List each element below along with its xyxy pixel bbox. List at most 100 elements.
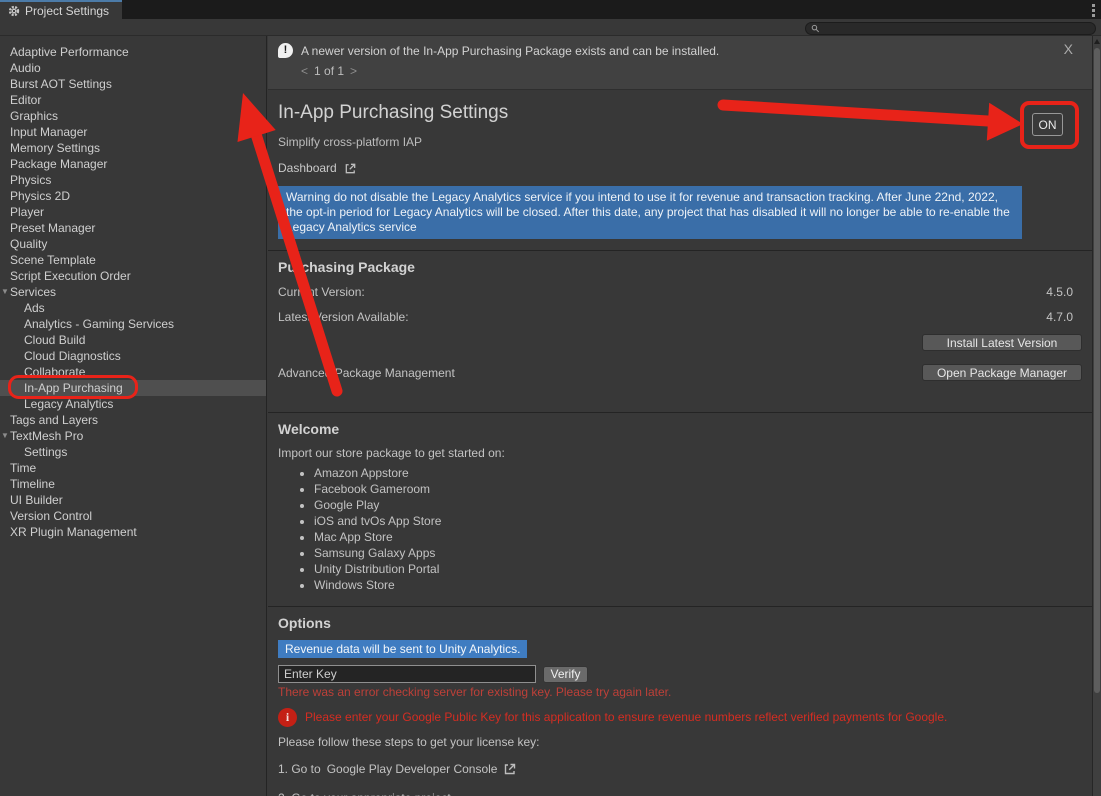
sidebar-item-textmesh-pro-settings[interactable]: ▼ Settings bbox=[0, 444, 266, 460]
iap-enable-toggle[interactable]: ON bbox=[1032, 113, 1063, 136]
sidebar-item-timeline[interactable]: ▼ Timeline bbox=[0, 476, 266, 492]
latest-version-value: 4.7.0 bbox=[1046, 309, 1073, 325]
page-title: In-App Purchasing Settings bbox=[278, 102, 1082, 124]
verify-button[interactable]: Verify bbox=[543, 666, 588, 683]
foldout-triangle-icon[interactable]: ▼ bbox=[1, 428, 9, 444]
scroll-up-arrow-icon[interactable] bbox=[1094, 39, 1100, 44]
sidebar-item-adaptive-performance[interactable]: ▼ Adaptive Performance bbox=[0, 44, 266, 60]
google-key-input[interactable] bbox=[278, 665, 536, 683]
sidebar-item-label: Burst AOT Settings bbox=[10, 77, 112, 91]
pager-label: 1 of 1 bbox=[314, 64, 344, 78]
sidebar-item-ads[interactable]: ▼ Ads bbox=[0, 300, 266, 316]
sidebar-item-tags-and-layers[interactable]: ▼ Tags and Layers bbox=[0, 412, 266, 428]
foldout-triangle-icon[interactable]: ▼ bbox=[1, 284, 9, 300]
alert-icon: ! bbox=[278, 43, 293, 58]
search-box[interactable] bbox=[805, 22, 1096, 35]
sidebar-item-label: Physics 2D bbox=[10, 189, 70, 203]
sidebar-item-label: Physics bbox=[10, 173, 51, 187]
sidebar-item-player[interactable]: ▼ Player bbox=[0, 204, 266, 220]
advanced-package-management-label: Advanced Package Management bbox=[278, 366, 455, 380]
sidebar-item-label: Cloud Build bbox=[24, 333, 85, 347]
install-latest-version-button[interactable]: Install Latest Version bbox=[922, 334, 1082, 351]
sidebar-item-label: Cloud Diagnostics bbox=[24, 349, 121, 363]
search-input[interactable] bbox=[824, 23, 1090, 34]
sidebar-item-ui-builder[interactable]: ▼ UI Builder bbox=[0, 492, 266, 508]
sidebar-item-label: XR Plugin Management bbox=[10, 525, 137, 539]
sidebar-item-label: Player bbox=[10, 205, 44, 219]
sidebar-item-label: Scene Template bbox=[10, 253, 96, 267]
vertical-scrollbar[interactable] bbox=[1092, 36, 1101, 796]
welcome-section: Welcome Import our store package to get … bbox=[268, 413, 1092, 607]
current-version-value: 4.5.0 bbox=[1046, 284, 1073, 300]
sidebar-item-textmesh-pro[interactable]: ▼ TextMesh Pro bbox=[0, 428, 266, 444]
error-info-icon: i bbox=[278, 708, 297, 727]
sidebar-item-label: Version Control bbox=[10, 509, 92, 523]
store-list-item: Samsung Galaxy Apps bbox=[314, 545, 1082, 561]
window-menu-icon[interactable] bbox=[1092, 4, 1095, 17]
sidebar-item-label: Input Manager bbox=[10, 125, 87, 139]
sidebar-item-physics[interactable]: ▼ Physics bbox=[0, 172, 266, 188]
sidebar-item-label: Script Execution Order bbox=[10, 269, 131, 283]
step-2: 2. Go to your appropriate project. bbox=[278, 791, 1082, 796]
iap-header-section: In-App Purchasing Settings Simplify cros… bbox=[268, 90, 1092, 251]
sidebar-item-editor[interactable]: ▼ Editor bbox=[0, 92, 266, 108]
sidebar-item-version-control[interactable]: ▼ Version Control bbox=[0, 508, 266, 524]
sidebar-item-package-manager[interactable]: ▼ Package Manager bbox=[0, 156, 266, 172]
store-list-item: Mac App Store bbox=[314, 529, 1082, 545]
sidebar-item-label: Legacy Analytics bbox=[24, 397, 113, 411]
sidebar-item-services[interactable]: ▼ Services bbox=[0, 284, 266, 300]
latest-version-row: Latest Version Available: 4.7.0 bbox=[278, 309, 1082, 325]
sidebar-item-label: Adaptive Performance bbox=[10, 45, 129, 59]
options-section: Options Revenue data will be sent to Uni… bbox=[268, 607, 1092, 796]
dashboard-link-label: Dashboard bbox=[278, 161, 337, 175]
sidebar-item-input-manager[interactable]: ▼ Input Manager bbox=[0, 124, 266, 140]
sidebar-item-xr-plugin-management[interactable]: ▼ XR Plugin Management bbox=[0, 524, 266, 540]
sidebar-item-label: TextMesh Pro bbox=[10, 429, 83, 443]
store-list-item: Facebook Gameroom bbox=[314, 481, 1082, 497]
open-package-manager-button[interactable]: Open Package Manager bbox=[922, 364, 1082, 381]
latest-version-label: Latest Version Available: bbox=[278, 309, 409, 325]
notification-bar: ! A newer version of the In-App Purchasi… bbox=[268, 36, 1092, 90]
page-subtitle: Simplify cross-platform IAP bbox=[278, 135, 1082, 149]
pager-prev-button[interactable]: < bbox=[301, 64, 308, 78]
scrollbar-thumb[interactable] bbox=[1094, 48, 1100, 693]
sidebar-item-label: Collaborate bbox=[24, 365, 85, 379]
sidebar-item-audio[interactable]: ▼ Audio bbox=[0, 60, 266, 76]
sidebar-item-burst-aot-settings[interactable]: ▼ Burst AOT Settings bbox=[0, 76, 266, 92]
section-heading: Options bbox=[278, 615, 1082, 632]
external-link-icon bbox=[503, 762, 517, 776]
tab-project-settings[interactable]: Project Settings bbox=[0, 0, 122, 19]
sidebar-item-in-app-purchasing[interactable]: ▼ In-App Purchasing bbox=[0, 380, 266, 396]
dashboard-link[interactable]: Dashboard bbox=[278, 160, 1082, 176]
step-1-prefix: 1. Go to bbox=[278, 762, 321, 776]
sidebar-item-cloud-build[interactable]: ▼ Cloud Build bbox=[0, 332, 266, 348]
store-list-item: Unity Distribution Portal bbox=[314, 561, 1082, 577]
store-list-item: Google Play bbox=[314, 497, 1082, 513]
sidebar-item-physics-2d[interactable]: ▼ Physics 2D bbox=[0, 188, 266, 204]
sidebar-item-cloud-diagnostics[interactable]: ▼ Cloud Diagnostics bbox=[0, 348, 266, 364]
pager-next-button[interactable]: > bbox=[350, 64, 357, 78]
notification-close-button[interactable]: X bbox=[1064, 41, 1073, 57]
sidebar-item-legacy-analytics[interactable]: ▼ Legacy Analytics bbox=[0, 396, 266, 412]
store-list: Amazon AppstoreFacebook GameroomGoogle P… bbox=[296, 465, 1082, 595]
google-play-console-link[interactable]: Google Play Developer Console bbox=[327, 762, 498, 776]
sidebar-item-scene-template[interactable]: ▼ Scene Template bbox=[0, 252, 266, 268]
sidebar-item-script-execution-order[interactable]: ▼ Script Execution Order bbox=[0, 268, 266, 284]
sidebar-item-quality[interactable]: ▼ Quality bbox=[0, 236, 266, 252]
steps-intro: Please follow these steps to get your li… bbox=[278, 735, 1082, 750]
settings-main-panel: ! A newer version of the In-App Purchasi… bbox=[268, 36, 1092, 796]
sidebar-item-label: Memory Settings bbox=[10, 141, 100, 155]
sidebar-item-label: Preset Manager bbox=[10, 221, 95, 235]
sidebar-item-label: Quality bbox=[10, 237, 47, 251]
sidebar-item-memory-settings[interactable]: ▼ Memory Settings bbox=[0, 140, 266, 156]
sidebar-item-preset-manager[interactable]: ▼ Preset Manager bbox=[0, 220, 266, 236]
sidebar-item-analytics-gaming-services[interactable]: ▼ Analytics - Gaming Services bbox=[0, 316, 266, 332]
sidebar-item-time[interactable]: ▼ Time bbox=[0, 460, 266, 476]
sidebar-item-label: Ads bbox=[24, 301, 45, 315]
sidebar-item-collaborate[interactable]: ▼ Collaborate bbox=[0, 364, 266, 380]
section-heading: Welcome bbox=[278, 421, 1082, 438]
sidebar-item-label: Audio bbox=[10, 61, 41, 75]
search-icon bbox=[811, 24, 820, 33]
sidebar-item-graphics[interactable]: ▼ Graphics bbox=[0, 108, 266, 124]
sidebar-item-label: Editor bbox=[10, 93, 41, 107]
